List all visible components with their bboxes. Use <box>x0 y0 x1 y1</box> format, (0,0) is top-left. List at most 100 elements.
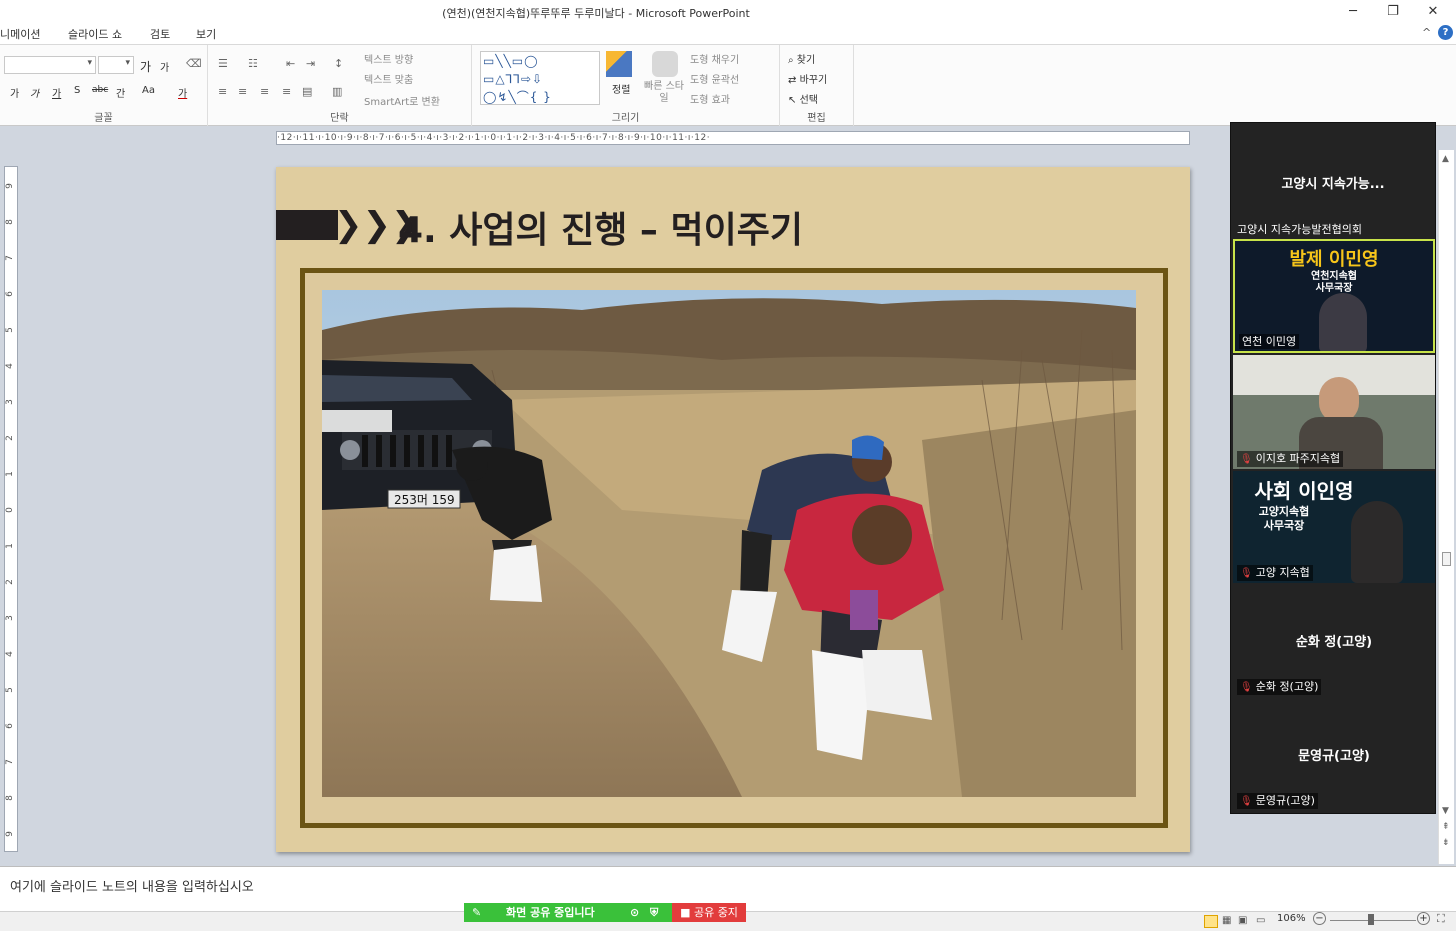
change-case-button[interactable]: Aa <box>142 85 155 96</box>
font-size-combo[interactable] <box>98 56 134 74</box>
shape-outline-button[interactable]: 도형 윤곽선 <box>690 71 739 86</box>
notes-placeholder[interactable]: 여기에 슬라이드 노트의 내용을 입력하십시오 <box>10 876 254 895</box>
slide-title[interactable]: 4. 사업의 진행 – 먹이주기 <box>398 201 803 253</box>
shape-effects-button[interactable]: 도형 효과 <box>690 91 730 106</box>
quick-styles-button[interactable]: 빠른 스타일 <box>644 81 684 105</box>
zoom-out-button[interactable]: − <box>1313 912 1326 925</box>
font-group: 가 가 ⌫ 가 가 가 S abc 간 Aa 가 글꼴 <box>0 45 208 126</box>
mic-muted-icon: 🎙 <box>1240 568 1253 579</box>
columns-icon[interactable]: ▥ <box>332 85 342 98</box>
line-spacing-icon[interactable]: ↕ <box>334 57 343 70</box>
shapes-gallery[interactable]: ▭╲╲▭◯ ▭△⅂⅂⇨⇩ ◯↯╲⌒{ } <box>480 51 600 105</box>
ruler-tick: 7 <box>4 255 15 261</box>
next-slide-icon[interactable]: ⇟ <box>1442 838 1450 848</box>
minimize-button[interactable]: ─ <box>1336 2 1370 22</box>
screen-share-bar: ✎ 화면 공유 중입니다 ⊙ ⛨ <box>464 903 672 922</box>
font-color-button[interactable]: 가 <box>178 85 187 100</box>
stop-share-button[interactable]: ■ 공유 중지 <box>672 903 746 922</box>
shape-fill-button[interactable]: 도형 채우기 <box>690 51 739 66</box>
participant-tile[interactable]: 순화 정(고양) 🎙 순화 정(고양) <box>1233 585 1435 697</box>
participant-center-name: 문영규(고양) <box>1298 749 1370 764</box>
participant-name: 연천 이민영 <box>1239 334 1300 349</box>
ruler-tick: 5 <box>4 687 15 693</box>
participant-tile[interactable]: 사회 이인영 고양지속협 사무국장 🎙 고양 지속협 <box>1233 471 1435 583</box>
scroll-thumb[interactable] <box>1442 552 1451 566</box>
ruler-tick: 9 <box>4 183 15 189</box>
slideshow-icon[interactable]: ▭ <box>1256 915 1265 926</box>
font-name-combo[interactable] <box>4 56 96 74</box>
drawing-group-label: 그리기 <box>611 113 640 124</box>
paragraph-group: ☰ ☷ ⇤ ⇥ ↕ ≡ ≡ ≡ ≡ ▤ ▥ 텍스트 방향 텍스트 맞춤 Smar… <box>208 45 472 126</box>
select-button[interactable]: ↖ 선택 <box>788 91 818 106</box>
scroll-down-icon[interactable]: ▼ <box>1442 806 1449 816</box>
share-pin-icon[interactable]: ✎ <box>472 903 481 922</box>
previous-slide-icon[interactable]: ⇞ <box>1442 822 1450 832</box>
edit-group-label: 편집 <box>807 113 826 124</box>
close-button[interactable]: ✕ <box>1416 2 1450 22</box>
arrange-button[interactable]: 정렬 <box>612 81 630 96</box>
tab-review[interactable]: 검토 <box>150 26 170 42</box>
zoom-level[interactable]: 106% <box>1277 913 1306 924</box>
bullets-icon[interactable]: ☰ <box>218 57 228 70</box>
slide-photo[interactable]: 253머 159 <box>322 290 1136 797</box>
strikethrough-button[interactable]: abc <box>92 85 108 95</box>
scroll-up-icon[interactable]: ▲ <box>1442 154 1449 164</box>
tab-animations[interactable]: 니메이션 <box>0 26 40 42</box>
ruler-tick: 7 <box>4 759 15 765</box>
ruler-tick: 1 <box>4 471 15 477</box>
increase-indent-icon[interactable]: ⇥ <box>306 57 315 70</box>
decrease-indent-icon[interactable]: ⇤ <box>286 57 295 70</box>
mic-muted-icon: 🎙 <box>1240 454 1253 465</box>
slide-canvas[interactable]: ❯❯❯ 4. 사업의 진행 – 먹이주기 253머 159 <box>276 167 1190 852</box>
align-right-icon[interactable]: ≡ <box>260 85 269 98</box>
arrange-icon[interactable] <box>606 51 632 77</box>
justify-icon[interactable]: ≡ <box>282 85 291 98</box>
panel-title: 고양시 지속가능... <box>1281 177 1385 192</box>
participant-tile[interactable]: 🎙 이지호 파주지속협 <box>1233 355 1435 469</box>
restore-button[interactable]: ❐ <box>1376 2 1410 22</box>
zoom-in-button[interactable]: + <box>1417 912 1430 925</box>
participant-tile[interactable]: 발제 이민영 연천지속협 사무국장 연천 이민영 <box>1233 239 1435 353</box>
ruler-tick: 5 <box>4 327 15 333</box>
collapse-ribbon-icon[interactable]: ^ <box>1422 26 1431 39</box>
replace-icon: ⇄ <box>788 75 800 86</box>
tab-view[interactable]: 보기 <box>196 26 216 42</box>
shadow-button[interactable]: S <box>74 85 80 96</box>
ruler-tick: 2 <box>4 579 15 585</box>
font-group-label: 글꼴 <box>94 113 113 124</box>
ruler-tick: 6 <box>4 291 15 297</box>
text-align-button[interactable]: 텍스트 맞춤 <box>364 71 413 86</box>
vertical-scrollbar[interactable]: ▲ ▼ ⇞ ⇟ <box>1438 150 1454 864</box>
quick-styles-icon[interactable] <box>652 51 678 77</box>
fit-to-window-icon[interactable]: ⛶ <box>1437 912 1445 926</box>
underline-button[interactable]: 가 <box>52 85 61 100</box>
char-spacing-button[interactable]: 간 <box>116 85 125 100</box>
ruler-tick: 9 <box>4 831 15 837</box>
grow-font-button[interactable]: 가 <box>140 58 151 75</box>
reading-view-icon[interactable]: ▣ <box>1238 915 1247 926</box>
numbering-icon[interactable]: ☷ <box>248 57 258 70</box>
group-label: 고양시 지속가능발전협의회 <box>1237 223 1362 236</box>
normal-view-icon[interactable] <box>1204 915 1218 928</box>
help-icon[interactable]: ? <box>1438 25 1453 40</box>
zoom-slider-thumb[interactable] <box>1368 914 1374 925</box>
align-left-icon[interactable]: ≡ <box>218 85 227 98</box>
align-center-icon[interactable]: ≡ <box>238 85 247 98</box>
find-button[interactable]: ⌕ 찾기 <box>788 51 815 66</box>
replace-label: 바꾸기 <box>799 75 828 86</box>
smartart-convert-button[interactable]: SmartArt로 변환 <box>364 93 440 108</box>
bold-button[interactable]: 가 <box>10 85 19 100</box>
photo-frame: 253머 159 <box>300 268 1168 828</box>
slide-sorter-icon[interactable]: ▦ <box>1222 915 1231 926</box>
shrink-font-button[interactable]: 가 <box>160 59 169 74</box>
distribute-icon[interactable]: ▤ <box>302 85 312 98</box>
ribbon-tabs: 니메이션 슬라이드 쇼 검토 보기 ^ ? <box>0 24 1456 44</box>
participant-name: 🎙 문영규(고양) <box>1237 793 1318 809</box>
tab-slideshow[interactable]: 슬라이드 쇼 <box>68 26 122 42</box>
replace-button[interactable]: ⇄ 바꾸기 <box>788 71 827 86</box>
italic-button[interactable]: 가 <box>30 85 39 100</box>
share-info-icon[interactable]: ⊙ <box>630 903 639 922</box>
clear-format-icon[interactable]: ⌫ <box>186 57 202 70</box>
participant-tile[interactable]: 문영규(고양) 🎙 문영규(고양) <box>1233 699 1435 811</box>
text-direction-button[interactable]: 텍스트 방향 <box>364 51 413 66</box>
